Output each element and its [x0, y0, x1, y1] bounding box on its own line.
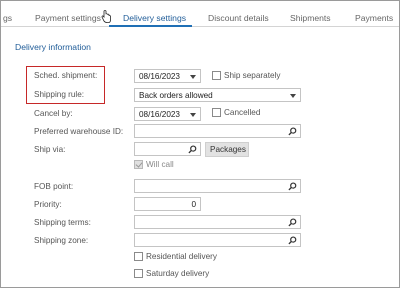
cancel-by-date-field[interactable]: 08/16/2023	[134, 107, 201, 121]
shipping-terms-label: Shipping terms:	[34, 218, 91, 227]
tab-payment-settings[interactable]: Payment settings	[35, 13, 101, 23]
tab-delivery-settings[interactable]: Delivery settings	[123, 13, 186, 23]
residential-delivery-label: Residential delivery	[146, 252, 217, 261]
tab-discount-details[interactable]: Discount details	[208, 13, 269, 23]
hand-cursor-icon	[101, 10, 111, 23]
priority-input[interactable]: 0	[134, 197, 201, 211]
tab-payments[interactable]: Payments	[355, 13, 393, 23]
sched-shipment-date-field[interactable]: 08/16/2023	[134, 69, 201, 83]
shipping-terms-input[interactable]	[134, 215, 301, 229]
search-icon[interactable]	[288, 182, 297, 191]
cancel-by-value: 08/16/2023	[139, 110, 180, 119]
tab-shipments[interactable]: Shipments	[290, 13, 331, 23]
ship-via-label: Ship via:	[34, 145, 66, 154]
chevron-down-icon[interactable]	[290, 94, 296, 98]
shipping-rule-value: Back orders allowed	[139, 91, 213, 100]
sched-shipment-value: 08/16/2023	[139, 72, 180, 81]
residential-delivery-checkbox[interactable]	[134, 252, 143, 261]
tab-bar: gs Payment settings Delivery settings Di…	[1, 1, 399, 27]
cancelled-checkbox[interactable]	[212, 108, 221, 117]
chevron-down-icon[interactable]	[190, 75, 196, 79]
priority-label: Priority:	[34, 200, 62, 209]
will-call-label: Will call	[146, 160, 174, 169]
fob-point-input[interactable]	[134, 179, 301, 193]
packages-button[interactable]: Packages	[205, 142, 249, 157]
shipping-rule-label: Shipping rule:	[34, 90, 85, 99]
shipping-zone-input[interactable]	[134, 233, 301, 247]
tab-settings-partial[interactable]: gs	[3, 13, 12, 23]
active-tab-indicator	[109, 25, 192, 27]
shipping-rule-select[interactable]: Back orders allowed	[134, 88, 301, 102]
ship-via-input[interactable]	[134, 142, 201, 156]
sched-shipment-label: Sched. shipment:	[34, 71, 98, 80]
shipping-zone-label: Shipping zone:	[34, 236, 89, 245]
preferred-warehouse-input[interactable]	[134, 124, 301, 138]
cancelled-label: Cancelled	[224, 108, 261, 117]
will-call-checkbox[interactable]	[134, 160, 143, 169]
saturday-delivery-checkbox[interactable]	[134, 269, 143, 278]
fob-point-label: FOB point:	[34, 182, 74, 191]
search-icon[interactable]	[288, 218, 297, 227]
ship-separately-checkbox[interactable]	[212, 71, 221, 80]
ship-separately-label: Ship separately	[224, 71, 281, 80]
preferred-warehouse-label: Preferred warehouse ID:	[34, 127, 124, 136]
saturday-delivery-label: Saturday delivery	[146, 269, 210, 278]
chevron-down-icon[interactable]	[190, 113, 196, 117]
search-icon[interactable]	[288, 236, 297, 245]
cancel-by-label: Cancel by:	[34, 109, 73, 118]
search-icon[interactable]	[188, 145, 197, 154]
section-title: Delivery information	[15, 42, 91, 52]
search-icon[interactable]	[288, 127, 297, 136]
